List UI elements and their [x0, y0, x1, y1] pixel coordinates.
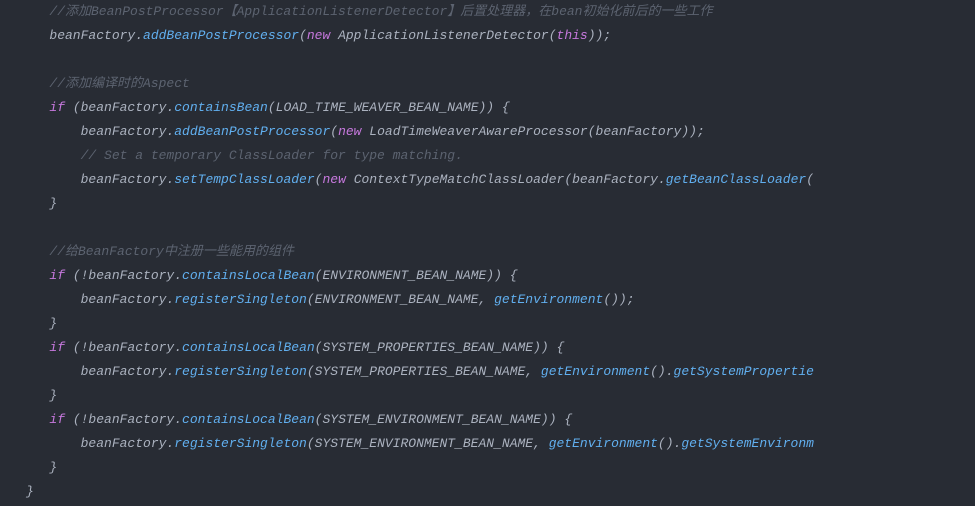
- method-call: setTempClassLoader: [174, 172, 314, 187]
- method-call: containsBean: [174, 100, 268, 115]
- method-call: addBeanPostProcessor: [143, 28, 299, 43]
- keyword-new: new: [338, 124, 361, 139]
- keyword-this: this: [557, 28, 588, 43]
- code-line: if (beanFactory.containsBean(LOAD_TIME_W…: [0, 96, 975, 120]
- comment: //给BeanFactory中注册一些能用的组件: [26, 244, 294, 259]
- method-call: getBeanClassLoader: [666, 172, 806, 187]
- code-line: }: [0, 384, 975, 408]
- method-call: registerSingleton: [174, 292, 307, 307]
- code-line: }: [0, 192, 975, 216]
- keyword-if: if: [49, 268, 65, 283]
- code-editor[interactable]: //添加BeanPostProcessor【ApplicationListene…: [0, 0, 975, 504]
- method-call: getSystemPropertie: [674, 364, 814, 379]
- code-line: beanFactory.registerSingleton(ENVIRONMEN…: [0, 288, 975, 312]
- keyword-new: new: [307, 28, 330, 43]
- comment: //添加BeanPostProcessor【ApplicationListene…: [26, 4, 712, 19]
- comment: //添加编译时的Aspect: [26, 76, 190, 91]
- method-call: getSystemEnvironm: [681, 436, 814, 451]
- blank-line: [0, 216, 975, 240]
- code-line: if (!beanFactory.containsLocalBean(SYSTE…: [0, 336, 975, 360]
- code-line: //给BeanFactory中注册一些能用的组件: [0, 240, 975, 264]
- code-line: beanFactory.setTempClassLoader(new Conte…: [0, 168, 975, 192]
- method-call: getEnvironment: [541, 364, 650, 379]
- method-call: registerSingleton: [174, 436, 307, 451]
- code-line: //添加编译时的Aspect: [0, 72, 975, 96]
- code-line: // Set a temporary ClassLoader for type …: [0, 144, 975, 168]
- method-call: containsLocalBean: [182, 340, 315, 355]
- code-line: //添加BeanPostProcessor【ApplicationListene…: [0, 0, 975, 24]
- keyword-if: if: [49, 412, 65, 427]
- code-line: beanFactory.addBeanPostProcessor(new App…: [0, 24, 975, 48]
- code-line: }: [0, 456, 975, 480]
- method-call: addBeanPostProcessor: [174, 124, 330, 139]
- code-line: }: [0, 312, 975, 336]
- code-line: if (!beanFactory.containsLocalBean(ENVIR…: [0, 264, 975, 288]
- method-call: registerSingleton: [174, 364, 307, 379]
- method-call: containsLocalBean: [182, 412, 315, 427]
- code-line: beanFactory.registerSingleton(SYSTEM_PRO…: [0, 360, 975, 384]
- code-line: }: [0, 480, 975, 504]
- method-call: getEnvironment: [549, 436, 658, 451]
- code-line: beanFactory.addBeanPostProcessor(new Loa…: [0, 120, 975, 144]
- keyword-new: new: [322, 172, 345, 187]
- keyword-if: if: [49, 340, 65, 355]
- blank-line: [0, 48, 975, 72]
- method-call: containsLocalBean: [182, 268, 315, 283]
- code-line: if (!beanFactory.containsLocalBean(SYSTE…: [0, 408, 975, 432]
- method-call: getEnvironment: [494, 292, 603, 307]
- keyword-if: if: [49, 100, 65, 115]
- code-line: beanFactory.registerSingleton(SYSTEM_ENV…: [0, 432, 975, 456]
- comment: // Set a temporary ClassLoader for type …: [26, 148, 463, 163]
